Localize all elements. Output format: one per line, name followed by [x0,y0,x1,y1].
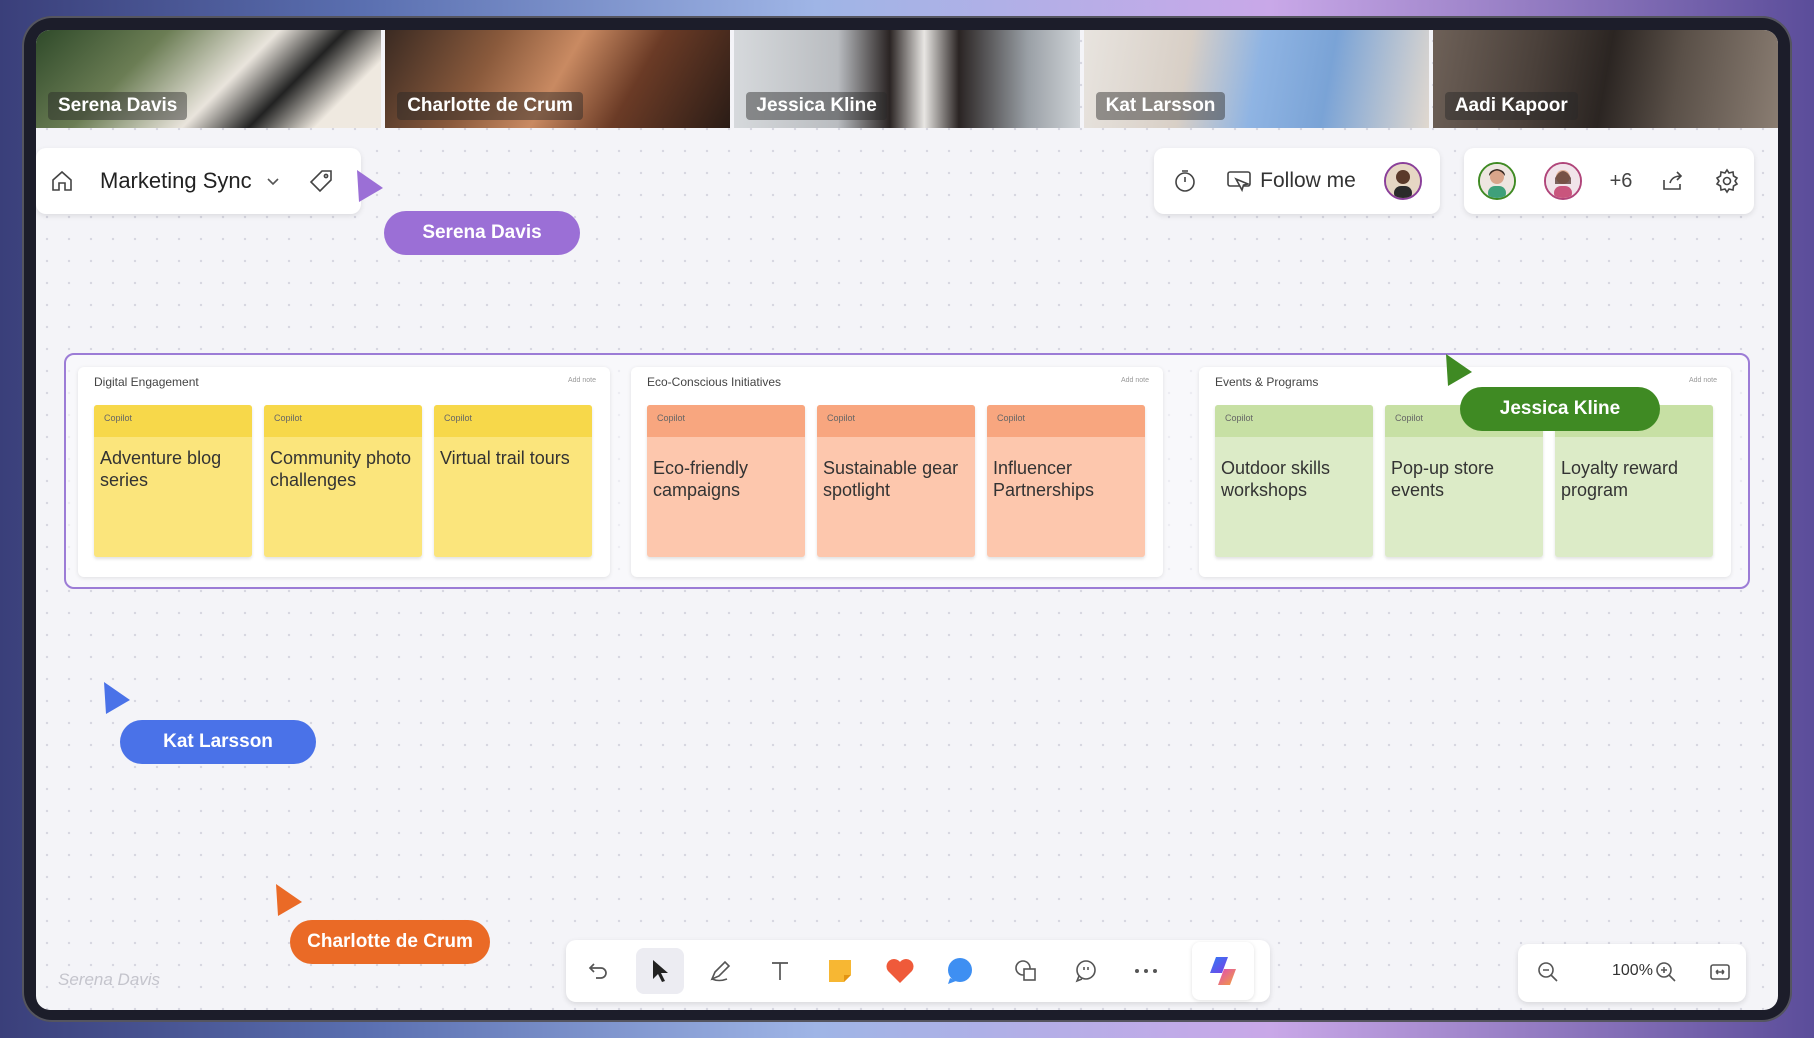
cursor-label-kat: Kat Larsson [120,720,316,764]
sticky-note[interactable]: Copilot Adventure blog series [94,405,252,557]
reaction-tool-button[interactable] [876,948,924,994]
sticky-note-tool-button[interactable] [816,948,864,994]
note-tag: Copilot [647,405,805,437]
note-tag: Copilot [817,405,975,437]
video-tile-kat[interactable]: Kat Larsson [1083,30,1429,128]
note-text: Loyalty reward program [1561,458,1679,500]
pen-tool-button[interactable] [696,948,744,994]
video-tile-serena[interactable]: Serena Davis [36,30,382,128]
share-icon[interactable] [1660,168,1686,194]
select-tool-button[interactable] [636,948,684,994]
participant-name: Aadi Kapoor [1444,92,1578,120]
group-title: Eco-Conscious Initiatives [647,375,782,389]
board-title[interactable]: Marketing Sync [100,168,252,194]
sticky-note[interactable]: Copilot Virtual trail tours [434,405,592,557]
more-options-button[interactable] [1122,948,1170,994]
participant-name: Kat Larsson [1095,92,1226,120]
note-tag: Copilot [987,405,1145,437]
note-text: Pop-up store events [1391,458,1495,500]
present-icon [1226,169,1252,193]
zoom-out-icon[interactable] [1536,960,1560,984]
add-note-button[interactable]: Add note [1121,377,1149,384]
zoom-controls: 100% [1518,944,1746,1002]
copilot-icon [1210,957,1236,985]
cursor-pointer-serena [357,170,383,202]
cursor-pointer-charlotte [276,884,302,916]
cursor-label-serena: Serena Davis [384,211,580,255]
video-strip: Serena Davis Charlotte de Crum Jessica K… [36,30,1778,128]
follow-me-label: Follow me [1260,169,1356,192]
sticky-note[interactable]: Copilot Sustainable gear spotlight [817,405,975,557]
comment-tool-button[interactable] [1062,948,1110,994]
participant-name: Serena Davis [48,92,188,120]
participant-name: Jessica Kline [746,92,887,120]
board-header: Marketing Sync [36,148,361,214]
undo-icon [588,963,607,979]
note-tag: Copilot [94,405,252,437]
avatar[interactable] [1478,162,1516,200]
video-tile-jessica[interactable]: Jessica Kline [734,30,1080,128]
note-tag: Copilot [434,405,592,437]
heart-icon [886,959,914,983]
group-title: Events & Programs [1215,375,1319,389]
note-text: Outdoor skills workshops [1221,458,1331,500]
group-eco-conscious-initiatives: Eco-Conscious Initiatives Add note Copil… [631,367,1163,577]
fit-to-screen-icon[interactable] [1708,960,1732,984]
whiteboard-screen: Serena Davis Charlotte de Crum Jessica K… [36,30,1778,1010]
gear-icon[interactable] [1714,168,1740,194]
group-title: Digital Engagement [94,375,199,389]
note-text: Community photo challenges [270,448,412,490]
cursor-pointer-jessica [1446,354,1472,386]
text-icon [772,962,788,980]
shapes-icon [1015,960,1036,981]
add-note-button[interactable]: Add note [568,377,596,384]
undo-button[interactable] [574,948,622,994]
comment-bubble-tool-button[interactable] [936,948,984,994]
participant-name: Charlotte de Crum [397,92,583,120]
zoom-level: 100% [1612,962,1653,979]
video-tile-charlotte[interactable]: Charlotte de Crum [385,30,731,128]
sticky-note[interactable]: Copilot Community photo challenges [264,405,422,557]
speech-bubble-icon [948,958,972,984]
presenter-watermark: Serena Davis [58,970,161,989]
note-text: Eco-friendly campaigns [653,458,749,500]
pointer-icon [653,960,668,982]
drawing-toolbar [566,940,1270,1002]
chevron-down-icon[interactable] [266,174,280,188]
more-collaborators-count[interactable]: +6 [1610,170,1633,193]
zoom-in-icon[interactable] [1654,960,1678,984]
tag-icon[interactable] [308,168,334,194]
timer-icon[interactable] [1172,168,1198,194]
cursor-pointer-kat [104,682,130,714]
text-tool-button[interactable] [756,948,804,994]
collaborators-panel: +6 [1464,148,1754,214]
group-digital-engagement: Digital Engagement Add note Copilot Adve… [78,367,610,577]
avatar[interactable] [1543,162,1582,200]
sticky-note-icon [829,960,851,982]
note-text: Influencer Partnerships [993,458,1095,500]
cursor-label-jessica: Jessica Kline [1460,387,1660,431]
add-note-button[interactable]: Add note [1689,377,1717,384]
comment-icon [1075,960,1096,983]
sticky-note[interactable]: Copilot Eco-friendly campaigns [647,405,805,557]
pen-icon [710,960,731,982]
home-icon[interactable] [50,169,74,193]
follow-me-button[interactable]: Follow me [1226,169,1356,193]
more-icon [1135,969,1157,973]
note-text: Virtual trail tours [440,448,570,468]
copilot-button[interactable] [1192,942,1254,1000]
avatar[interactable] [1383,162,1422,200]
shapes-tool-button[interactable] [1002,948,1050,994]
video-tile-aadi[interactable]: Aadi Kapoor [1432,30,1778,128]
note-text: Sustainable gear spotlight [823,458,959,500]
sticky-note[interactable]: Copilot Outdoor skills workshops [1215,405,1373,557]
note-text: Adventure blog series [100,448,222,490]
note-tag: Copilot [264,405,422,437]
cursor-label-charlotte: Charlotte de Crum [290,920,490,964]
presence-controls: Follow me [1154,148,1440,214]
sticky-note[interactable]: Copilot Influencer Partnerships [987,405,1145,557]
note-tag: Copilot [1215,405,1373,437]
